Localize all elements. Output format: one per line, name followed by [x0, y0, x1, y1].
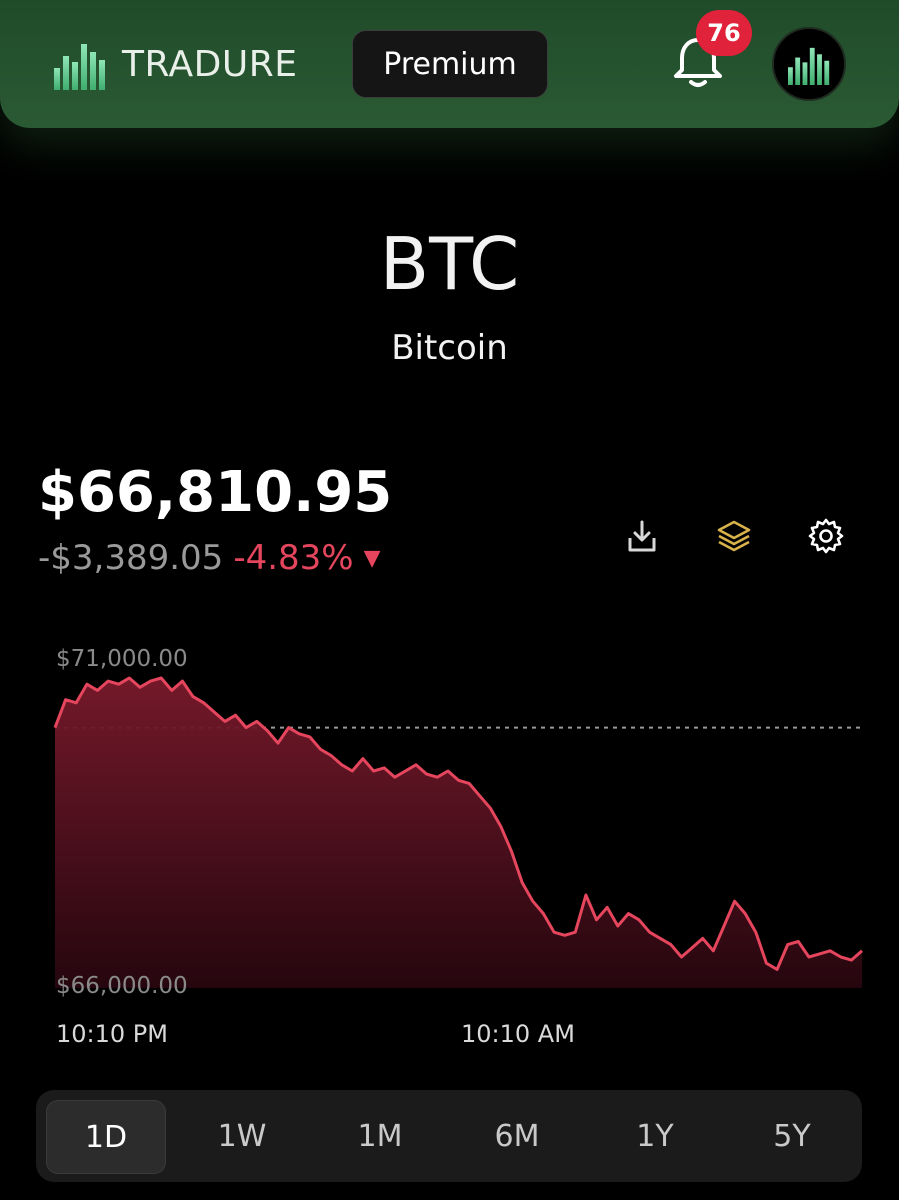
range-6m[interactable]: 6M: [458, 1100, 576, 1172]
x-label-mid: 10:10 AM: [461, 1020, 575, 1048]
app-header: TRADURE Premium 76: [0, 0, 899, 128]
avatar[interactable]: [772, 27, 846, 101]
change-absolute: -$3,389.05: [38, 538, 224, 578]
price-area: [55, 678, 862, 988]
range-5y[interactable]: 5Y: [733, 1100, 851, 1172]
y-min-label: $66,000.00: [56, 973, 188, 999]
caret-down-icon: ▼: [363, 546, 381, 571]
x-label-start: 10:10 PM: [56, 1020, 168, 1048]
brand[interactable]: TRADURE: [52, 38, 298, 90]
gear-icon[interactable]: [806, 516, 846, 556]
range-1w[interactable]: 1W: [183, 1100, 301, 1172]
brand-name: TRADURE: [122, 43, 298, 85]
asset-name: Bitcoin: [391, 328, 508, 368]
range-1d[interactable]: 1D: [46, 1100, 166, 1174]
price-chart[interactable]: $71,000.00 $66,000.00: [0, 630, 899, 1010]
y-max-label: $71,000.00: [56, 646, 188, 672]
notification-badge: 76: [696, 10, 752, 56]
range-1m[interactable]: 1M: [321, 1100, 439, 1172]
range-1y[interactable]: 1Y: [596, 1100, 714, 1172]
brand-logo-icon: [54, 44, 105, 90]
current-price: $66,810.95: [38, 460, 393, 525]
price-change: -$3,389.05 -4.83% ▼: [38, 538, 381, 578]
asset-ticker: BTC: [379, 222, 520, 306]
download-icon[interactable]: [622, 516, 662, 556]
layers-icon[interactable]: [714, 516, 754, 556]
change-percent: -4.83%: [233, 538, 354, 578]
premium-button[interactable]: Premium: [352, 30, 548, 98]
avatar-logo-icon: [788, 47, 830, 85]
range-selector: 1D 1W 1M 6M 1Y 5Y: [36, 1090, 862, 1182]
